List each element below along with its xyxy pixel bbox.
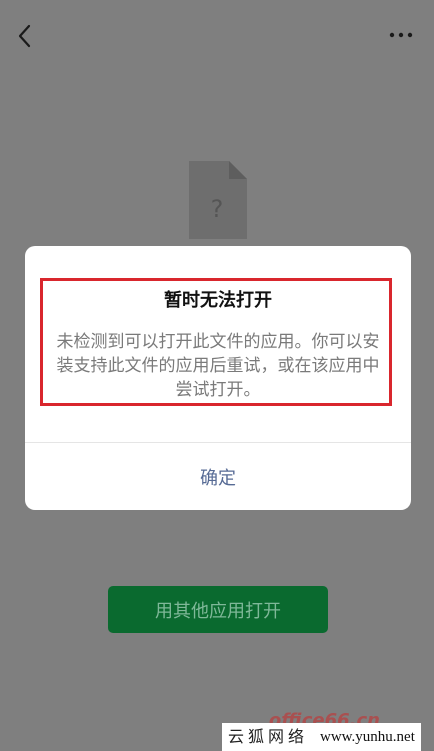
chevron-left-icon (18, 24, 31, 48)
more-dots-icon (389, 32, 413, 38)
unknown-file-icon: ? (189, 161, 247, 239)
watermark-cn-text: 云狐网络 (222, 723, 315, 751)
watermark-en-text: www.yunhu.net (314, 723, 421, 751)
back-button[interactable] (12, 20, 40, 52)
question-mark-glyph: ? (211, 195, 224, 223)
site-watermark: 云狐网络 www.yunhu.net (222, 723, 434, 751)
confirm-button[interactable]: 确定 (25, 443, 411, 510)
more-options-button[interactable] (386, 24, 416, 46)
cannot-open-dialog: 暂时无法打开 未检测到可以打开此文件的应用。你可以安装支持此文件的应用后重试，或… (25, 246, 411, 510)
open-with-other-app-button[interactable]: 用其他应用打开 (108, 586, 328, 633)
dialog-message: 未检测到可以打开此文件的应用。你可以安装支持此文件的应用后重试，或在该应用中尝试… (56, 332, 380, 400)
dialog-title: 暂时无法打开 (164, 290, 272, 311)
